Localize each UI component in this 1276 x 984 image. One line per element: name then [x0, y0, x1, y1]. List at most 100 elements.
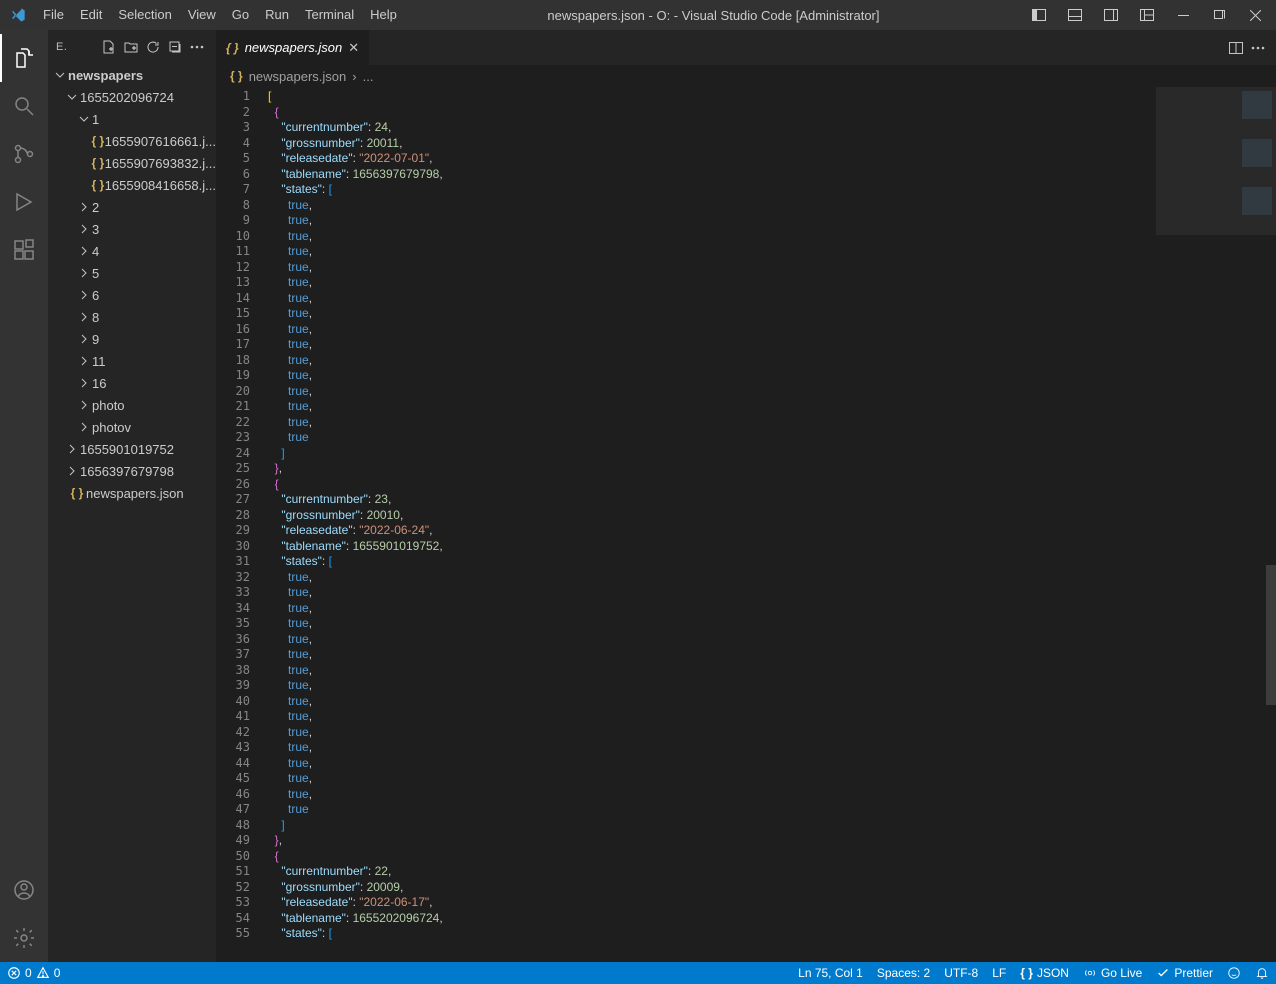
- collapse-all-icon[interactable]: [164, 36, 186, 58]
- tree-label: 1655907693832.j...: [105, 156, 216, 171]
- status-bell-icon[interactable]: [1248, 962, 1276, 984]
- tree-label: photo: [92, 398, 125, 413]
- tab-newspapers-json[interactable]: { } newspapers.json ✕: [216, 30, 370, 65]
- status-cursor[interactable]: Ln 75, Col 1: [791, 962, 870, 984]
- status-encoding[interactable]: UTF-8: [937, 962, 985, 984]
- breadcrumb-file: newspapers.json: [249, 69, 347, 84]
- titlebar: FileEditSelectionViewGoRunTerminalHelp n…: [0, 0, 1276, 30]
- menu-file[interactable]: File: [35, 0, 72, 30]
- split-editor-icon[interactable]: [1228, 40, 1244, 56]
- menu-go[interactable]: Go: [224, 0, 257, 30]
- tree-item[interactable]: newspapers: [48, 64, 216, 86]
- customize-layout-icon[interactable]: [1130, 0, 1164, 30]
- status-prettier[interactable]: Prettier: [1149, 962, 1220, 984]
- menu-edit[interactable]: Edit: [72, 0, 110, 30]
- tree-item[interactable]: photov: [48, 416, 216, 438]
- breadcrumbs[interactable]: { } newspapers.json › ...: [216, 65, 1276, 87]
- menu-selection[interactable]: Selection: [110, 0, 179, 30]
- tree-item[interactable]: 1655901019752: [48, 438, 216, 460]
- tree-label: 4: [92, 244, 99, 259]
- chevron-icon: [76, 201, 92, 213]
- chevron-icon: [76, 421, 92, 433]
- layout-right-icon[interactable]: [1094, 0, 1128, 30]
- breadcrumb-more: ...: [363, 69, 374, 84]
- menu-view[interactable]: View: [180, 0, 224, 30]
- editor-body[interactable]: 1234567891011121314151617181920212223242…: [216, 87, 1276, 962]
- tree-item[interactable]: { }1655907693832.j...: [48, 152, 216, 174]
- scrollbar[interactable]: [1266, 87, 1276, 962]
- new-file-icon[interactable]: [98, 36, 120, 58]
- tree-item[interactable]: 6: [48, 284, 216, 306]
- tree-item[interactable]: 4: [48, 240, 216, 262]
- title-controls: [1022, 0, 1276, 30]
- tree-item[interactable]: 3: [48, 218, 216, 240]
- minimize-button[interactable]: [1166, 0, 1200, 30]
- source-control-icon[interactable]: [0, 130, 48, 178]
- tree-label: 9: [92, 332, 99, 347]
- tree-label: 1656397679798: [80, 464, 174, 479]
- status-feedback-icon[interactable]: [1220, 962, 1248, 984]
- tree-item[interactable]: 1: [48, 108, 216, 130]
- tree-item[interactable]: { }1655907616661.j...: [48, 130, 216, 152]
- tree-item[interactable]: 1656397679798: [48, 460, 216, 482]
- new-folder-icon[interactable]: [120, 36, 142, 58]
- more-icon[interactable]: [186, 36, 208, 58]
- refresh-icon[interactable]: [142, 36, 164, 58]
- tree-item[interactable]: 9: [48, 328, 216, 350]
- run-debug-icon[interactable]: [0, 178, 48, 226]
- tree-item[interactable]: 11: [48, 350, 216, 372]
- search-icon[interactable]: [0, 82, 48, 130]
- chevron-icon: [76, 113, 92, 125]
- menu-terminal[interactable]: Terminal: [297, 0, 362, 30]
- tree-item[interactable]: 5: [48, 262, 216, 284]
- tree-item[interactable]: 8: [48, 306, 216, 328]
- main-area: E. newspapers 1655202096724 1 { }1655907616…: [0, 30, 1276, 962]
- explorer-icon[interactable]: [0, 34, 48, 82]
- vscode-logo-icon: [0, 7, 35, 23]
- scrollbar-thumb[interactable]: [1266, 565, 1276, 705]
- chevron-icon: [76, 399, 92, 411]
- menu-run[interactable]: Run: [257, 0, 297, 30]
- status-eol[interactable]: LF: [985, 962, 1013, 984]
- more-actions-icon[interactable]: [1250, 40, 1266, 56]
- activity-bar: [0, 30, 48, 962]
- menu-help[interactable]: Help: [362, 0, 405, 30]
- tree-item[interactable]: 2: [48, 196, 216, 218]
- tree-item[interactable]: { }1655908416658.j...: [48, 174, 216, 196]
- code-content[interactable]: [ { "currentnumber": 24, "grossnumber": …: [268, 87, 1276, 962]
- accounts-icon[interactable]: [0, 866, 48, 914]
- status-lang[interactable]: { }JSON: [1013, 962, 1076, 984]
- chevron-icon: [76, 245, 92, 257]
- status-golive[interactable]: Go Live: [1076, 962, 1149, 984]
- status-errors[interactable]: 0 0: [0, 962, 67, 984]
- tree-label: 1: [92, 112, 99, 127]
- chevron-icon: [52, 69, 68, 81]
- json-icon: { }: [91, 134, 105, 148]
- window-title: newspapers.json - O: - Visual Studio Cod…: [405, 8, 1022, 23]
- status-spaces[interactable]: Spaces: 2: [870, 962, 937, 984]
- menu-bar: FileEditSelectionViewGoRunTerminalHelp: [35, 0, 405, 30]
- maximize-button[interactable]: [1202, 0, 1236, 30]
- tree-item[interactable]: { }newspapers.json: [48, 482, 216, 504]
- tree-item[interactable]: 1655202096724: [48, 86, 216, 108]
- settings-gear-icon[interactable]: [0, 914, 48, 962]
- tree-item[interactable]: 16: [48, 372, 216, 394]
- tree-item[interactable]: photo: [48, 394, 216, 416]
- close-button[interactable]: [1238, 0, 1272, 30]
- chevron-icon: [64, 443, 80, 455]
- chevron-icon: [76, 355, 92, 367]
- minimap[interactable]: [1156, 87, 1276, 962]
- layout-bottom-icon[interactable]: [1058, 0, 1092, 30]
- tree-label: newspapers.json: [86, 486, 184, 501]
- explorer-sidebar: E. newspapers 1655202096724 1 { }1655907616…: [48, 30, 216, 962]
- tree-label: 1655202096724: [80, 90, 174, 105]
- extensions-icon[interactable]: [0, 226, 48, 274]
- layout-left-icon[interactable]: [1022, 0, 1056, 30]
- tree-label: 6: [92, 288, 99, 303]
- tree-label: newspapers: [68, 68, 143, 83]
- breadcrumb-sep: ›: [352, 69, 356, 84]
- close-icon[interactable]: ✕: [348, 40, 359, 56]
- explorer-title: E.: [56, 41, 98, 53]
- tree-label: 8: [92, 310, 99, 325]
- tree-label: 1655907616661.j...: [105, 134, 216, 149]
